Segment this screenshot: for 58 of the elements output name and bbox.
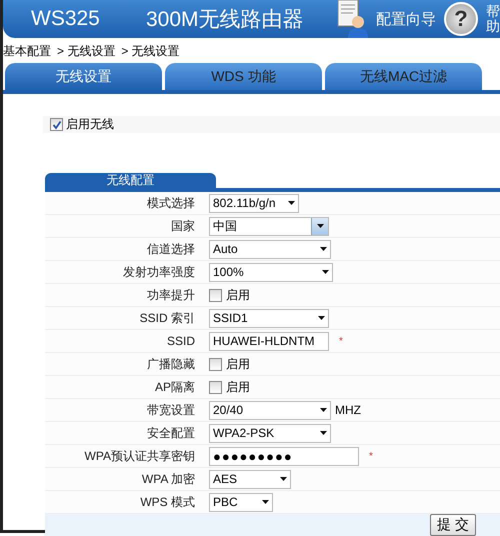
field-label: 广播隐藏 <box>146 356 195 372</box>
tab[interactable]: 无线MAC过滤 <box>325 63 482 90</box>
caret-icon <box>262 500 269 504</box>
checkbox-label: 启用 <box>226 356 250 372</box>
dropdown[interactable]: Auto <box>209 240 331 258</box>
breadcrumb-item[interactable]: > 无线设置 <box>121 43 180 60</box>
field-label: 带宽设置 <box>146 402 195 418</box>
caret-icon <box>280 477 287 481</box>
breadcrumb-item[interactable]: 基本配置 <box>3 43 51 60</box>
field-label: WPA预认证共享密钥 <box>84 448 195 464</box>
field-label: 国家 <box>170 218 195 234</box>
required-mark: * <box>369 450 373 462</box>
caret-icon <box>320 431 327 435</box>
help-icon[interactable]: ? <box>444 2 478 36</box>
field-label: AP隔离 <box>154 378 195 396</box>
field-label: 发射功率强度 <box>122 264 195 280</box>
dropdown[interactable]: 802.11b/g/n <box>209 194 299 212</box>
product-title: 300M无线路由器 <box>146 7 305 33</box>
caret-icon <box>288 201 295 205</box>
checkbox-label: 启用 <box>226 378 250 396</box>
checkbox[interactable] <box>209 380 222 394</box>
tab[interactable]: WDS 功能 <box>165 63 322 90</box>
field-label: 安全配置 <box>146 424 195 442</box>
dropdown[interactable]: 20/40 <box>209 400 331 420</box>
help-link[interactable]: 帮助 <box>486 4 500 34</box>
caret-icon <box>322 270 329 274</box>
model-name: WS325 <box>31 7 101 31</box>
wizard-icon[interactable] <box>336 0 368 38</box>
wizard-link[interactable]: 配置向导 <box>376 10 436 28</box>
field-label: SSID <box>166 334 195 348</box>
checkbox[interactable] <box>50 118 63 131</box>
dropdown[interactable]: 100% <box>209 262 333 282</box>
field-label: 模式选择 <box>146 194 195 212</box>
caret-icon <box>318 316 325 320</box>
checkbox-label: 启用无线 <box>66 116 114 133</box>
field-label: 功率提升 <box>146 286 195 304</box>
caret-icon <box>316 224 324 228</box>
tab[interactable]: 无线设置 <box>5 63 162 90</box>
dropdown[interactable]: WPA2-PSK <box>209 424 331 442</box>
checkbox-label: 启用 <box>226 286 250 304</box>
required-mark: * <box>339 336 343 346</box>
checkbox[interactable] <box>209 358 222 370</box>
breadcrumb-item[interactable]: > 无线设置 <box>57 43 116 60</box>
submit-button[interactable]: 提 交 <box>430 514 476 536</box>
caret-icon <box>320 247 327 251</box>
checkbox[interactable] <box>209 288 222 302</box>
field-label: WPA 加密 <box>140 470 195 488</box>
dropdown[interactable]: PBC <box>209 492 273 512</box>
field-label: SSID 索引 <box>138 310 195 326</box>
field-label: 信道选择 <box>146 240 195 258</box>
password-field[interactable]: ●●●●●●●●● <box>209 446 359 466</box>
dropdown[interactable]: SSID1 <box>209 308 329 328</box>
input-field[interactable]: HUAWEI-HLDNTM <box>209 332 329 350</box>
dropdown[interactable]: 中国 <box>209 216 329 236</box>
field-label: WPS 模式 <box>139 494 195 510</box>
dropdown[interactable]: AES <box>209 470 291 488</box>
unit-label: MHZ <box>335 403 361 417</box>
caret-icon <box>320 408 327 412</box>
